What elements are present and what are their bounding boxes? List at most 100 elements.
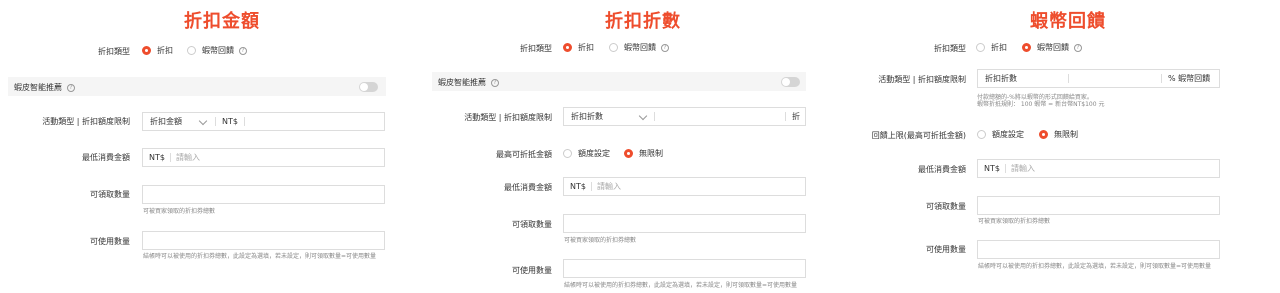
discount-type-label: 折扣類型 (934, 44, 966, 53)
min-spend-label: 最低消費金額 (504, 183, 552, 192)
activity-select-value[interactable]: 折扣折數 (985, 70, 1017, 87)
radio-discount[interactable]: 折扣 (142, 45, 173, 56)
activity-select-value[interactable]: 折扣折數 (571, 108, 603, 125)
chevron-down-icon (198, 116, 208, 126)
radio-dot (976, 43, 985, 52)
radio-dot (609, 43, 618, 52)
divider (1068, 74, 1069, 83)
radio-label: 蝦幣回饋 (202, 46, 234, 55)
activity-type-label: 活動類型 | 折扣額度限制 (464, 113, 552, 122)
radio-dot-selected (142, 46, 151, 55)
claim-quantity-input[interactable] (977, 196, 1220, 215)
activity-type-field[interactable]: 折扣金額 NT$ (142, 112, 385, 131)
currency-prefix: NT$ (149, 153, 165, 162)
discount-type-label: 折扣類型 (98, 47, 130, 56)
claim-quantity-hint: 可被買家領取的折扣券總數 (143, 208, 216, 215)
activity-type-label: 活動類型 | 折扣額度限制 (42, 117, 130, 126)
radio-cashback[interactable]: 蝦幣回饋? (1022, 42, 1082, 53)
radio-cap-unlimited[interactable]: 無限制 (1039, 129, 1078, 140)
min-spend-input[interactable]: NT$ 請輸入 (977, 159, 1220, 178)
claim-quantity-input[interactable] (563, 214, 806, 233)
question-circle-icon[interactable]: ? (239, 46, 247, 55)
discount-type-label: 折扣類型 (520, 44, 552, 53)
use-quantity-input[interactable] (563, 259, 806, 278)
divider (1005, 164, 1006, 173)
use-quantity-label: 可使用數量 (90, 237, 130, 246)
panel-title: 折扣金額 (184, 11, 260, 32)
use-quantity-input[interactable] (977, 240, 1220, 259)
min-spend-placeholder: 請輸入 (1011, 164, 1035, 173)
min-spend-input[interactable]: NT$ 請輸入 (142, 148, 385, 167)
divider (1161, 74, 1162, 83)
radio-label: 折扣 (991, 43, 1007, 52)
radio-label: 蝦幣回饋 (1037, 43, 1069, 52)
divider (591, 182, 592, 191)
activity-type-field[interactable]: 折扣折數 折 (563, 107, 806, 126)
currency-prefix: NT$ (984, 164, 1000, 173)
radio-label: 折扣 (157, 46, 173, 55)
panel-title: 蝦幣回饋 (1030, 11, 1106, 32)
min-spend-input[interactable]: NT$ 請輸入 (563, 177, 806, 196)
radio-max-unlimited[interactable]: 無限制 (624, 148, 663, 159)
smart-recommend-bar: 蝦皮智能推薦? (8, 77, 386, 96)
radio-dot (977, 130, 986, 139)
panel-title: 折扣折數 (605, 11, 681, 32)
divider (215, 117, 216, 126)
smart-recommend-toggle[interactable] (781, 77, 800, 87)
radio-cashback[interactable]: 蝦幣回饋? (609, 42, 669, 53)
use-quantity-label: 可使用數量 (512, 266, 552, 275)
activity-type-field[interactable]: 折扣折數 % 蝦幣回饋 (977, 69, 1220, 88)
use-quantity-hint: 結帳時可以被使用的折扣券總數，此設定為選填，若未設定，則可領取數量=可使用數量 (564, 282, 798, 289)
cashback-cap-label: 回饋上限(最高可折抵金額) (871, 131, 966, 140)
radio-dot (563, 149, 572, 158)
divider (785, 112, 786, 121)
use-quantity-label: 可使用數量 (926, 245, 966, 254)
claim-quantity-label: 可領取數量 (512, 220, 552, 229)
divider (170, 153, 171, 162)
percent-suffix: % 蝦幣回饋 (1168, 74, 1211, 83)
smart-recommend-label: 蝦皮智能推薦 (14, 83, 62, 92)
use-quantity-input[interactable] (142, 231, 385, 250)
min-spend-placeholder: 請輸入 (176, 153, 200, 162)
activity-type-label: 活動類型 | 折扣額度限制 (878, 75, 966, 84)
radio-dot-selected (1039, 130, 1048, 139)
radio-label: 額度設定 (578, 149, 610, 158)
radio-dot-selected (563, 43, 572, 52)
percent-suffix: 折 (792, 112, 800, 121)
question-circle-icon[interactable]: ? (67, 83, 75, 92)
radio-dot-selected (1022, 43, 1031, 52)
radio-cap-set[interactable]: 額度設定 (977, 129, 1024, 140)
min-spend-placeholder: 請輸入 (597, 182, 621, 191)
radio-label: 無限制 (1054, 130, 1078, 139)
claim-quantity-label: 可領取數量 (926, 202, 966, 211)
use-quantity-hint: 結帳時可以被使用的折扣券總數，此設定為選填，若未設定，則可領取數量=可使用數量 (143, 253, 377, 260)
radio-dot-selected (624, 149, 633, 158)
question-circle-icon[interactable]: ? (1074, 43, 1082, 52)
radio-discount[interactable]: 折扣 (976, 42, 1007, 53)
smart-recommend-label: 蝦皮智能推薦 (438, 78, 486, 87)
divider (654, 112, 655, 121)
coin-rule-hint: 蝦幣折抵規則： 100 蝦幣 = 新台幣NT$100 元 (977, 101, 1105, 108)
radio-cashback[interactable]: 蝦幣回饋? (187, 45, 247, 56)
radio-discount[interactable]: 折扣 (563, 42, 594, 53)
radio-dot (187, 46, 196, 55)
question-circle-icon[interactable]: ? (661, 43, 669, 52)
radio-label: 額度設定 (992, 130, 1024, 139)
question-circle-icon[interactable]: ? (491, 78, 499, 87)
max-discount-label: 最高可折抵金額 (496, 150, 552, 159)
radio-label: 蝦幣回饋 (624, 43, 656, 52)
currency-prefix: NT$ (570, 182, 586, 191)
divider (244, 117, 245, 126)
claim-quantity-hint: 可被買家領取的折扣券總數 (978, 218, 1051, 225)
chevron-down-icon (638, 111, 648, 121)
claim-quantity-input[interactable] (142, 185, 385, 204)
activity-select-value[interactable]: 折扣金額 (150, 113, 182, 130)
use-quantity-hint: 結帳時可以被使用的折扣券總數，此設定為選填，若未設定，則可領取數量=可使用數量 (978, 263, 1212, 270)
smart-recommend-toggle[interactable] (359, 82, 378, 92)
radio-max-set[interactable]: 額度設定 (563, 148, 610, 159)
min-spend-label: 最低消費金額 (82, 153, 130, 162)
claim-quantity-label: 可領取數量 (90, 190, 130, 199)
currency-prefix: NT$ (222, 117, 238, 126)
smart-recommend-bar: 蝦皮智能推薦? (432, 72, 806, 91)
radio-label: 折扣 (578, 43, 594, 52)
